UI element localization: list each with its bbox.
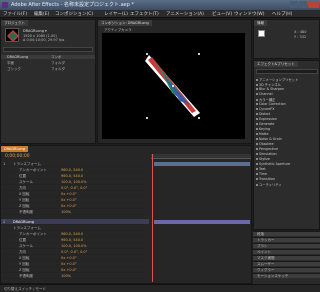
comp-thumbnail — [5, 28, 19, 42]
section-header[interactable]: スムーザー — [253, 261, 320, 266]
menu-window[interactable]: ウィンドウ(W) — [234, 11, 264, 17]
right-sections: 段落 トラッカー ブラシ ペイント マスク補間 スムーザー ウィグラー モーショ… — [253, 231, 320, 284]
status-bar: 切り替えスイッチ / モード — [0, 284, 320, 292]
menu-animation[interactable]: アニメーション(A) — [166, 11, 204, 17]
info-tab[interactable]: 情報 — [254, 20, 267, 26]
effect-category[interactable]: Perspective — [256, 147, 278, 151]
effect-category[interactable]: Blur & Sharpen — [256, 87, 284, 91]
effect-category[interactable]: Obsolete — [256, 142, 274, 146]
minimize-button[interactable] — [290, 1, 298, 8]
item-type: コンポ — [51, 55, 62, 59]
effect-category[interactable]: Generate — [256, 122, 274, 126]
menu-view[interactable]: ビュー(V) — [212, 11, 232, 17]
transform-handle[interactable] — [146, 53, 148, 55]
effects-search-input[interactable] — [256, 69, 318, 74]
timeline-tab[interactable]: DRAGRLong — [1, 146, 28, 152]
item-name: ゴシック — [7, 67, 21, 71]
menu-effect[interactable]: エフェクト(T) — [130, 11, 159, 17]
title-bar: Adobe After Effects - 名称未設定プロジェクト.aep * — [0, 0, 320, 10]
effect-category[interactable]: Transition — [256, 177, 275, 181]
section-header[interactable]: ブラシ — [253, 243, 320, 248]
close-button[interactable] — [308, 1, 319, 8]
search-input[interactable] — [3, 47, 93, 52]
effects-tab[interactable]: エフェクト&プリセット — [254, 61, 298, 67]
effect-category[interactable]: ユーティリティ — [256, 182, 282, 187]
transform-handle[interactable] — [198, 117, 200, 119]
transform-handle[interactable] — [146, 117, 148, 119]
menu-help[interactable]: ヘルプ(H) — [272, 11, 292, 17]
app-logo-icon — [2, 2, 8, 8]
timeline-panel: DRAGRLong 0;00;00;00 1 トランスフォーム アンカーポイント… — [0, 145, 252, 284]
section-header[interactable]: トラッカー — [253, 237, 320, 242]
transform-handle[interactable] — [198, 53, 200, 55]
project-item-row[interactable]: DRAGRLong コンポ — [1, 55, 95, 59]
effect-category[interactable]: Synthetic Aperture — [256, 162, 290, 166]
menu-file[interactable]: ファイル(F) — [3, 11, 27, 17]
anchor-point-handle[interactable] — [172, 85, 174, 87]
item-type: フォルダ — [51, 61, 65, 65]
menu-layer[interactable]: レイヤー(L) — [104, 11, 128, 17]
item-type: フォルダ — [51, 67, 65, 71]
effect-category[interactable]: Channel — [256, 92, 273, 96]
layer-duration-bar[interactable] — [154, 162, 250, 166]
composition-tab[interactable]: コンポジション: DRAGRLong — [98, 20, 152, 26]
effect-category[interactable]: Expression — [256, 117, 277, 121]
effect-category[interactable]: CycoreFX — [256, 107, 275, 111]
comp-thumbnail-icon — [7, 30, 19, 42]
composition-viewer[interactable] — [102, 33, 245, 139]
section-header[interactable]: モーションスケッチ — [253, 273, 320, 278]
section-header[interactable]: マスク補間 — [253, 255, 320, 260]
effect-category[interactable]: Distort — [256, 112, 270, 116]
effect-category[interactable]: Color Correction — [256, 102, 286, 106]
section-header[interactable]: 段落 — [253, 231, 320, 236]
window-title: Adobe After Effects - 名称未設定プロジェクト.aep * — [11, 2, 134, 8]
property-row[interactable]: 不透明度 100% — [1, 273, 149, 279]
menu-bar: ファイル(F) 編集(E) コンポジション(C) レイヤー(L) エフェクト(T… — [0, 10, 320, 18]
menu-edit[interactable]: 編集(E) — [34, 11, 49, 17]
effect-category[interactable]: Noise & Grain — [256, 137, 282, 141]
maximize-button[interactable] — [299, 1, 307, 8]
effect-category[interactable]: Text — [256, 167, 266, 171]
color-swatch — [258, 30, 265, 37]
project-tab[interactable]: プロジェクト — [1, 20, 28, 26]
layer-duration-bar[interactable] — [154, 220, 250, 224]
info-x: X : 480 — [294, 30, 307, 34]
comp-info-duration: Δ 0;00;10;00, 29.97 fps — [23, 38, 65, 42]
project-item-row[interactable]: ゴシック フォルダ — [1, 67, 95, 71]
comp-name[interactable]: DRAGRLong ▾ — [23, 29, 47, 33]
info-panel: 情報 X : 480 Y : 332 — [253, 19, 320, 59]
effects-panel: エフェクト&プリセット アニメーションプリセット 3D チャンネル Blur &… — [253, 60, 320, 230]
effect-category[interactable]: Simulation — [256, 152, 277, 156]
info-y: Y : 332 — [294, 35, 307, 39]
menu-composition[interactable]: コンポジション(C) — [55, 11, 93, 17]
layer-list: 1 トランスフォーム アンカーポイント 960.0, 540.0 位置 960.… — [1, 161, 253, 285]
section-header[interactable]: ウィグラー — [253, 267, 320, 272]
effect-category[interactable]: Matte — [256, 132, 268, 136]
item-name: DRAGRLong — [7, 55, 28, 59]
effect-category[interactable]: Stylize — [256, 157, 270, 161]
project-panel: プロジェクト DRAGRLong ▾ 1920 x 1080 (1.00) Δ … — [0, 19, 96, 144]
effect-category[interactable]: Time — [256, 172, 267, 176]
current-time[interactable]: 0;00;00;00 — [5, 154, 30, 159]
effect-category[interactable]: Keying — [256, 127, 270, 131]
time-ruler[interactable] — [151, 154, 251, 159]
section-header[interactable]: ペイント — [253, 249, 320, 254]
project-item-row[interactable]: 平面 フォルダ — [1, 61, 95, 65]
property-row[interactable]: 不透明度 100% — [1, 209, 149, 215]
item-name: 平面 — [7, 61, 14, 65]
status-toggle[interactable]: 切り替えスイッチ / モード — [4, 287, 46, 292]
